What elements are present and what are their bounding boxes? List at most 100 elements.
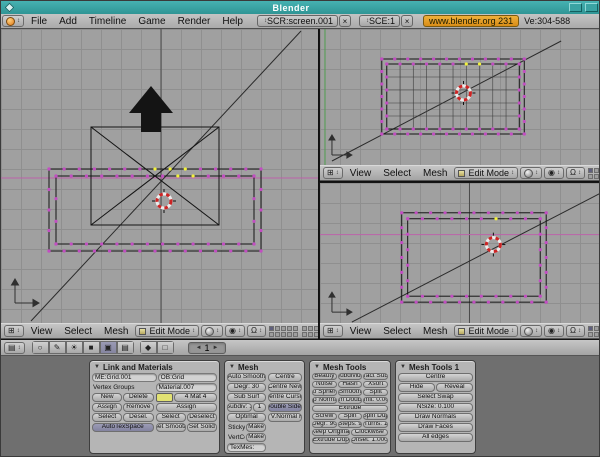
extrude-arrow[interactable] xyxy=(129,86,173,132)
layer-button[interactable] xyxy=(269,326,274,331)
centre-button[interactable]: Centre xyxy=(268,373,302,382)
panel-title[interactable]: ▼ Link and Materials xyxy=(92,362,217,372)
texmes-field[interactable]: TexMes: xyxy=(227,443,266,452)
window-iconify-button[interactable] xyxy=(569,3,582,12)
window-maximize-button[interactable] xyxy=(585,3,598,12)
layer-button[interactable] xyxy=(275,326,280,331)
layer-buttons[interactable] xyxy=(302,326,318,337)
material-color-swatch[interactable] xyxy=(156,393,174,402)
frame-number-field[interactable]: ◄ 1 ► xyxy=(188,342,227,354)
panel-title[interactable]: ▼ Mesh Tools xyxy=(312,362,388,372)
collapse-triangle-icon[interactable]: ▼ xyxy=(400,364,406,370)
panel-mesh-tools[interactable]: ▼ Mesh Tools BeautySubdivideFract SubdNo… xyxy=(309,360,391,454)
spin-dup-button[interactable]: Spin Dup xyxy=(363,413,388,420)
mesh-object[interactable] xyxy=(49,127,261,251)
mode-dropdown[interactable]: Edit Mode ↕ xyxy=(454,167,518,179)
layer-button[interactable] xyxy=(588,332,593,337)
layer-button[interactable] xyxy=(314,332,318,337)
scene-context-button[interactable]: ▤ xyxy=(117,341,134,354)
new-button[interactable]: New xyxy=(92,393,122,402)
noise-button[interactable]: Noise xyxy=(312,381,337,388)
split-button[interactable]: Split xyxy=(363,389,388,396)
layer-buttons[interactable] xyxy=(269,326,298,337)
help-menu[interactable]: Help xyxy=(216,16,249,27)
remove-button[interactable]: Remove xyxy=(123,403,153,412)
editing-context-button[interactable]: ▣ xyxy=(100,341,117,354)
centre-button[interactable]: Centre xyxy=(398,373,473,382)
degr-90-button[interactable]: Degr: 90 xyxy=(312,421,337,428)
mesh-menu[interactable]: Mesh xyxy=(417,326,453,337)
nsize-0-100-button[interactable]: NSize: 0.100 xyxy=(398,403,473,412)
collapse-triangle-icon[interactable]: ▼ xyxy=(229,364,235,370)
subdiv-1-button[interactable]: Subdiv: 1 xyxy=(227,403,252,412)
layer-buttons[interactable] xyxy=(588,326,600,337)
mesh-menu[interactable]: Mesh xyxy=(98,326,134,337)
layer-button[interactable] xyxy=(281,326,286,331)
subdivide-button[interactable]: Subdivide xyxy=(338,373,363,380)
view-menu[interactable]: View xyxy=(344,168,378,179)
viewport-side-scene[interactable] xyxy=(320,183,600,323)
hash-button[interactable]: Hash xyxy=(338,381,363,388)
screw-button[interactable]: Screw xyxy=(312,413,337,420)
smooth-button[interactable]: Smooth xyxy=(338,389,363,396)
viewport-top-scene[interactable] xyxy=(320,29,600,165)
layer-button[interactable] xyxy=(269,332,274,337)
extrude-dup-button[interactable]: Extrude Dup xyxy=(312,437,350,444)
modifier-button[interactable]: □ xyxy=(157,341,174,354)
viewport-front-canvas[interactable] xyxy=(1,29,318,323)
scene-selector[interactable]: ↕ SCE:1 xyxy=(359,15,400,27)
mode-dropdown[interactable]: Edit Mode ↕ xyxy=(454,325,518,337)
draw-mode-dropdown[interactable]: ↕ xyxy=(201,325,223,337)
reveal-button[interactable]: Reveal xyxy=(436,383,473,392)
layer-button[interactable] xyxy=(588,168,593,173)
draw-mode-dropdown[interactable]: ↕ xyxy=(520,325,542,337)
select-menu[interactable]: Select xyxy=(377,168,417,179)
view-menu[interactable]: View xyxy=(25,326,59,337)
viewport-front-scene[interactable] xyxy=(1,29,318,323)
set-solid-button[interactable]: Set Solid xyxy=(187,423,217,432)
pivot-dropdown[interactable]: ◉ ↕ xyxy=(544,325,564,337)
select-menu[interactable]: Select xyxy=(58,326,98,337)
panel-mesh-tools-1[interactable]: ▼ Mesh Tools 1 CentreHideRevealSelect Sw… xyxy=(395,360,476,454)
layer-button[interactable] xyxy=(287,326,292,331)
assign-button[interactable]: Assign xyxy=(156,403,218,412)
layer-button[interactable] xyxy=(302,332,307,337)
beauty-button[interactable]: Beauty xyxy=(312,373,337,380)
add-menu[interactable]: Add xyxy=(53,16,83,27)
keep-original-button[interactable]: Keep Original xyxy=(312,429,350,436)
desel-button[interactable]: Desel. xyxy=(123,413,153,422)
set-smooth-button[interactable]: Set Smooth xyxy=(156,423,186,432)
all-edges-button[interactable]: All edges xyxy=(398,433,473,442)
select-button[interactable]: Select xyxy=(92,413,122,422)
sub-surf-button[interactable]: Sub Surf xyxy=(227,393,266,402)
timeline-menu[interactable]: Timeline xyxy=(83,16,132,27)
select-button[interactable]: Select xyxy=(156,413,186,422)
panel-mesh[interactable]: ▼ Mesh Auto SmoothDegr: 30Sub SurfSubdiv… xyxy=(224,360,305,454)
centre-new-button[interactable]: Centre New xyxy=(268,383,302,392)
clockwise-button[interactable]: Clockwise xyxy=(351,429,389,436)
file-menu[interactable]: File xyxy=(25,16,53,27)
limit-0-001-button[interactable]: Limit: 0.001 xyxy=(363,397,388,404)
frame-prev-icon[interactable]: ◄ xyxy=(196,345,202,351)
flip-normals-button[interactable]: Flip Normals xyxy=(312,397,337,404)
collapse-triangle-icon[interactable]: ▼ xyxy=(94,364,100,370)
rem-doubles-button[interactable]: Rem Doubles xyxy=(338,397,363,404)
object-context-button[interactable]: ■ xyxy=(83,341,100,354)
layer-button[interactable] xyxy=(308,332,313,337)
make-button[interactable]: Make xyxy=(246,423,266,432)
viewport-side-canvas[interactable] xyxy=(320,183,600,323)
layer-button[interactable] xyxy=(588,174,593,179)
collapse-triangle-icon[interactable]: ▼ xyxy=(314,364,320,370)
mesh-object[interactable] xyxy=(402,213,546,302)
layer-button[interactable] xyxy=(594,332,599,337)
hide-button[interactable]: Hide xyxy=(398,383,435,392)
select-swap-button[interactable]: Select Swap xyxy=(398,393,473,402)
3d-cursor[interactable] xyxy=(452,81,476,105)
layer-button[interactable] xyxy=(302,326,307,331)
mesh-vertices[interactable] xyxy=(400,211,548,304)
turns-1-button[interactable]: Turns: 1 xyxy=(363,421,388,428)
material-007-field[interactable]: Material.007 xyxy=(156,383,218,392)
delete-button[interactable]: Delete xyxy=(123,393,153,402)
make-button[interactable]: Make xyxy=(246,433,266,442)
layer-button[interactable] xyxy=(308,326,313,331)
